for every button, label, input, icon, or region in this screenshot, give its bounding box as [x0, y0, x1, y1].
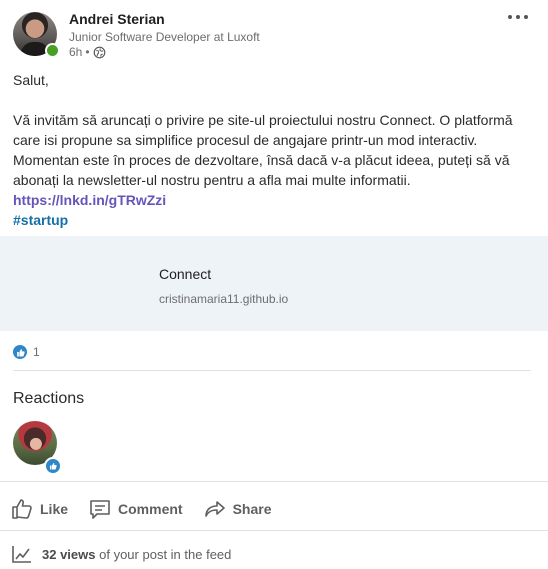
divider — [0, 530, 548, 531]
dot-icon — [524, 15, 528, 19]
author-headline: Junior Software Developer at Luxoft — [69, 30, 260, 44]
preview-url: cristinamaria11.github.io — [159, 292, 289, 306]
more-options-button[interactable] — [508, 10, 532, 24]
dot-icon — [508, 15, 512, 19]
post-header: Andrei Sterian Junior Software Developer… — [0, 0, 548, 62]
post-meta: 6h • — [69, 45, 106, 59]
social-counts[interactable]: 1 — [13, 345, 40, 359]
divider — [13, 370, 531, 371]
like-label: Like — [40, 501, 69, 517]
link-preview-card[interactable]: Connect cristinamaria11.github.io — [0, 236, 548, 331]
analytics-trend-icon — [12, 546, 31, 563]
post-hashtag[interactable]: #startup — [13, 210, 533, 230]
share-label: Share — [232, 501, 272, 517]
views-text: 32 views of your post in the feed — [42, 547, 231, 562]
like-badge-icon — [44, 457, 62, 475]
preview-title[interactable]: Connect — [159, 266, 211, 282]
views-suffix: of your post in the feed — [99, 546, 232, 562]
comment-label: Comment — [118, 501, 183, 517]
comment-icon — [90, 500, 110, 519]
comment-button[interactable]: Comment — [88, 497, 183, 521]
post-text: Salut, Vă invităm să aruncați o privire … — [13, 70, 533, 230]
meta-separator: • — [85, 45, 90, 59]
thumbs-up-icon — [12, 499, 32, 519]
views-count: 32 views — [42, 546, 96, 562]
globe-icon — [93, 46, 105, 58]
reactions-heading: Reactions — [13, 390, 85, 407]
post-link[interactable]: https://lnkd.in/gTRwZzi — [13, 190, 533, 210]
like-button[interactable]: Like — [10, 497, 68, 521]
divider — [0, 481, 548, 482]
post-views[interactable]: 32 views of your post in the feed — [12, 545, 231, 563]
dot-icon — [516, 15, 520, 19]
post-actions: Like Comment Share — [10, 496, 292, 522]
like-reaction-icon — [13, 345, 27, 359]
post-paragraph: Vă invităm să aruncați o privire pe site… — [13, 112, 513, 188]
author-name[interactable]: Andrei Sterian — [69, 11, 165, 27]
online-status-indicator — [45, 43, 60, 58]
reactions-count[interactable]: 1 — [33, 345, 40, 359]
share-arrow-icon — [204, 501, 225, 517]
post-greeting: Salut, — [13, 72, 49, 88]
post-time: 6h — [69, 45, 83, 59]
share-button[interactable]: Share — [203, 497, 272, 521]
